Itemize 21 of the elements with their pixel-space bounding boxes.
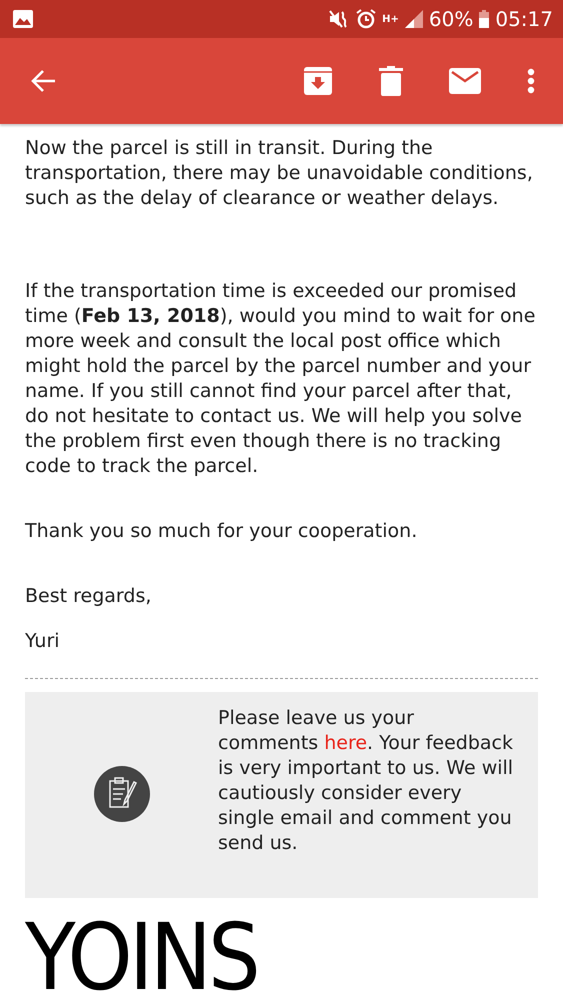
email-paragraph: Yuri [25,629,61,654]
signal-icon [404,10,423,28]
battery-icon [479,10,490,28]
email-paragraph: Now the parcel is still in transit. During the transportation, there may be unavoidable conditions, such as the delay of clearance or weather delays. [25,136,534,211]
more-icon[interactable] [527,68,535,94]
feedback-text: Please leave us your comments here. Your feedback is very important to us. We will cautiously consider every single email and comment you send us. [218,706,514,856]
email-paragraph: Thank you so much for your cooperation. [25,519,418,544]
yoins-logo: YOINS [25,912,258,1000]
archive-icon[interactable] [303,66,333,96]
email-paragraph: Best regards, [25,584,152,609]
alarm-icon [356,9,376,29]
battery-percent: 60% [428,7,474,31]
back-icon[interactable] [30,69,56,93]
network-type: H+ [382,14,399,24]
image-icon [12,9,34,29]
clipboard-icon [94,766,150,822]
here-link[interactable]: here [324,732,368,754]
trash-icon[interactable] [379,66,403,96]
clock: 05:17 [495,7,553,31]
mail-icon[interactable] [449,68,481,94]
email-paragraph: If the transportation time is exceeded our promised time (Feb 13, 2018), would you mind to wait for one more week and consult the local post office which might hold the parcel by the parcel number and your name. If you still cannot find your parcel after that, do not hesitate to contact us. We will help you solve the problem first even though there is no tracking code to track the parcel. [25,279,536,479]
